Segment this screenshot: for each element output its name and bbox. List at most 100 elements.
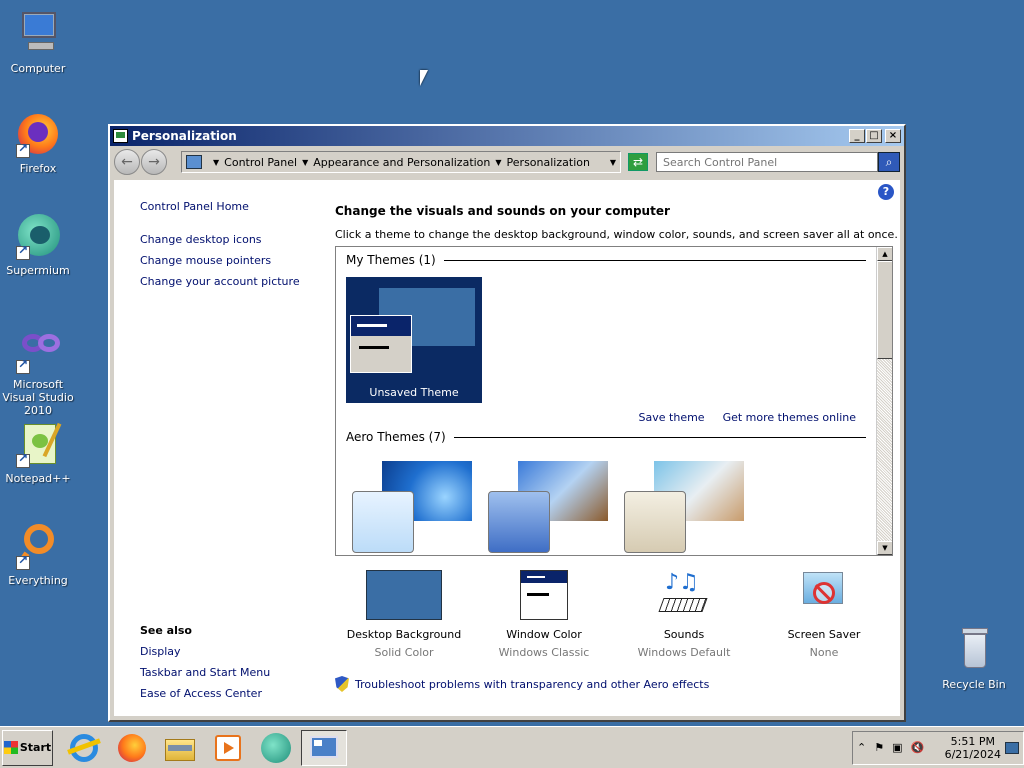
scroll-up-icon[interactable]: ▲ [877,247,892,261]
see-also-header: See also [140,624,192,637]
option-sounds[interactable]: ♪♫ Sounds Windows Default [614,570,754,659]
troubleshoot-link[interactable]: Troubleshoot problems with transparency … [355,678,709,691]
sidebar-link-control-panel-home[interactable]: Control Panel Home [140,200,320,213]
themes-list: My Themes (1) Unsaved Theme Save theme G… [335,246,893,556]
taskbar-media-player-icon[interactable] [211,731,245,765]
notepadpp-icon [14,420,62,468]
see-also-link-taskbar[interactable]: Taskbar and Start Menu [140,666,270,679]
firefox-icon [14,110,62,158]
desktop-icon-recycle-bin[interactable]: Recycle Bin [936,626,1012,691]
desktop-icon-supermium[interactable]: Supermium [0,212,76,277]
scroll-down-icon[interactable]: ▼ [877,541,892,555]
aero-theme-tile-windows7[interactable] [348,461,474,555]
get-more-themes-link[interactable]: Get more themes online [723,411,856,424]
taskbar-internet-explorer-icon[interactable] [67,731,101,765]
windows-flag-icon [3,741,18,754]
option-value: Windows Classic [498,646,590,659]
personalization-app-icon [113,129,128,143]
volume-muted-icon[interactable]: 🔇 [911,741,925,754]
action-center-flag-icon[interactable]: ⚑ [874,741,884,754]
sidebar-link-mouse-pointers[interactable]: Change mouse pointers [140,254,320,267]
aero-theme-tile-nature[interactable] [620,461,746,555]
desktop-background-icon [366,570,442,620]
show-desktop-icon[interactable] [1005,741,1019,754]
desktop-icon-label: Supermium [6,264,70,277]
breadcrumb-personalization[interactable]: Personalization [507,156,590,169]
theme-links: Save theme Get more themes online [639,411,856,424]
troubleshoot-row: Troubleshoot problems with transparency … [335,676,709,692]
control-panel-icon [186,155,202,169]
breadcrumb-control-panel[interactable]: Control Panel [224,156,297,169]
window-title: Personalization [132,129,237,143]
maximize-button[interactable]: □ [866,129,882,143]
save-theme-link[interactable]: Save theme [639,411,705,424]
breadcrumb-appearance[interactable]: Appearance and Personalization [313,156,490,169]
desktop-icon-everything[interactable]: Everything [0,522,76,587]
desktop-icon-notepadpp[interactable]: Notepad++ [0,420,76,485]
forward-button[interactable]: → [141,149,167,175]
clock-date: 6/21/2024 [944,747,1001,761]
network-icon[interactable]: ▣ [892,741,902,754]
option-screen-saver[interactable]: Screen Saver None [754,570,894,659]
my-themes-label: My Themes (1) [346,253,436,267]
shortcut-arrow-icon [16,244,30,260]
desktop-icon-computer[interactable]: Computer [0,10,76,75]
breadcrumb-arrow-icon[interactable]: ▼ [495,158,501,167]
option-label: Sounds [663,628,705,641]
option-value: None [809,646,839,659]
sounds-icon: ♪♫ [658,570,709,620]
desktop-icon-label: Notepad++ [5,472,71,485]
uac-shield-icon [335,676,349,692]
option-label: Desktop Background [346,628,462,641]
option-desktop-background[interactable]: Desktop Background Solid Color [334,570,474,659]
see-also-link-ease-of-access[interactable]: Ease of Access Center [140,687,270,700]
help-icon[interactable]: ? [878,184,894,200]
close-button[interactable]: × [885,129,901,143]
desktop-icon-label: Everything [8,574,68,587]
clock-time: 5:51 PM [950,734,995,748]
taskbar-supermium-icon[interactable] [259,731,293,765]
clock[interactable]: 5:51 PM 6/21/2024 [945,735,1001,761]
desktop-icon-visual-studio[interactable]: Microsoft Visual Studio 2010 [0,326,76,417]
option-window-color[interactable]: Window Color Windows Classic [474,570,614,659]
taskbar-explorer-icon[interactable] [163,731,197,765]
supermium-icon [14,212,62,260]
address-dropdown-icon[interactable]: ▼ [610,158,616,167]
address-bar[interactable]: ▼ Control Panel ▼ Appearance and Persona… [181,151,621,173]
search-icon[interactable]: ⌕ [878,152,900,172]
recycle-bin-icon [950,626,998,674]
start-button[interactable]: Start [2,729,53,766]
back-button[interactable]: ← [114,149,140,175]
sidebar: Control Panel Home Change desktop icons … [140,200,320,296]
unsaved-theme-tile[interactable]: Unsaved Theme [346,277,482,403]
see-also-section: See also Display Taskbar and Start Menu … [140,624,270,708]
sidebar-link-account-picture[interactable]: Change your account picture [140,275,320,288]
breadcrumb-arrow-icon[interactable]: ▼ [213,158,219,167]
show-hidden-icons-icon[interactable]: ⌃ [857,741,866,754]
page-title: Change the visuals and sounds on your co… [335,204,670,218]
visual-studio-icon [14,326,62,374]
themes-scrollbar[interactable]: ▲ ▼ [876,247,892,555]
desktop-icon-label: Firefox [19,162,57,175]
sidebar-link-desktop-icons[interactable]: Change desktop icons [140,233,320,246]
computer-icon [14,10,62,58]
start-label: Start [19,741,52,754]
shortcut-arrow-icon [16,554,30,570]
taskbar-firefox-icon[interactable] [115,731,149,765]
breadcrumb-arrow-icon[interactable]: ▼ [302,158,308,167]
taskbar-personalization-icon[interactable] [301,729,347,766]
mouse-cursor-icon [420,70,428,86]
title-bar[interactable]: Personalization _ □ × [110,126,904,146]
aero-theme-tile-architecture[interactable] [484,461,610,555]
scrollbar-thumb[interactable] [877,261,892,359]
minimize-button[interactable]: _ [849,129,865,143]
navigation-bar: ← → ▼ Control Panel ▼ Appearance and Per… [110,146,904,178]
screen-saver-icon [799,570,849,620]
search-input[interactable] [656,152,878,172]
shortcut-arrow-icon [16,142,30,158]
option-label: Screen Saver [787,628,861,641]
desktop-icon-firefox[interactable]: Firefox [0,110,76,175]
option-label: Window Color [506,628,582,641]
see-also-link-display[interactable]: Display [140,645,270,658]
refresh-button[interactable]: ⇄ [628,153,648,171]
